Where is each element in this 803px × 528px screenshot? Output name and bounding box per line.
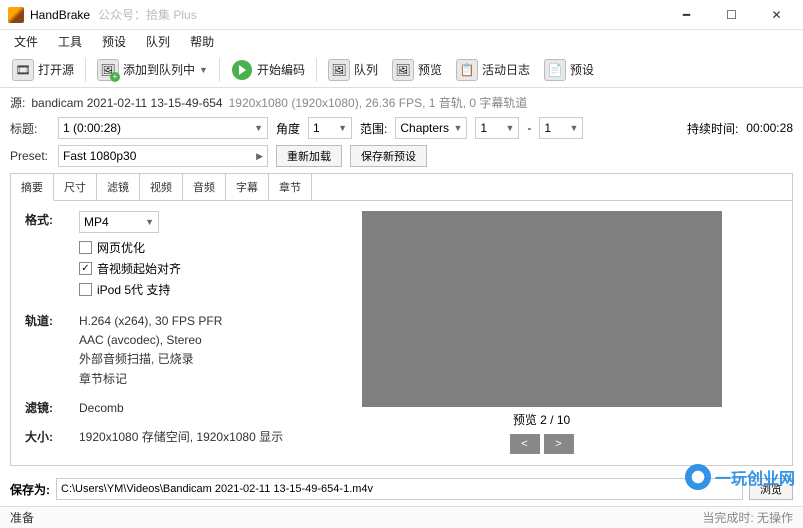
app-subtitle: 公众号：拾集 Plus	[98, 6, 197, 23]
preview-caption: 预览 2 / 10	[513, 411, 570, 428]
save-label: 保存为:	[10, 481, 50, 498]
play-icon	[231, 59, 253, 81]
angle-label: 角度	[276, 120, 300, 137]
statusbar: 准备 当完成时: 无操作	[0, 506, 803, 528]
image-plus-icon: 🖼+	[97, 59, 119, 81]
tab-video[interactable]: 视频	[140, 174, 183, 200]
source-meta: 1920x1080 (1920x1080), 26.36 FPS, 1 音轨, …	[229, 94, 528, 111]
size-label: 大小:	[25, 428, 79, 447]
tab-audio[interactable]: 音频	[183, 174, 226, 200]
log-icon: 📋	[456, 59, 478, 81]
format-label: 格式:	[25, 211, 79, 302]
preset-select[interactable]: Fast 1080p30▶	[58, 145, 268, 167]
format-select[interactable]: MP4▼	[79, 211, 159, 233]
toolbar: 🎞 打开源 🖼+ 添加到队列中 ▼ 开始编码 🖼 队列 🖼 预览 📋 活动日志 …	[0, 52, 803, 88]
size-value: 1920x1080 存储空间, 1920x1080 显示	[79, 428, 283, 447]
preview-button[interactable]: 🖼 预览	[386, 56, 448, 84]
queue-icon: 🖼	[328, 59, 350, 81]
web-optimized-checkbox[interactable]	[79, 241, 92, 254]
add-to-queue-button[interactable]: 🖼+ 添加到队列中 ▼	[91, 56, 214, 84]
duration-value: 00:00:28	[746, 121, 793, 135]
presets-icon: 📄	[544, 59, 566, 81]
preview-prev-button[interactable]: <	[510, 434, 540, 454]
start-encode-button[interactable]: 开始编码	[225, 56, 311, 84]
reload-button[interactable]: 重新加载	[276, 145, 342, 167]
range-start-select[interactable]: 1▼	[475, 117, 519, 139]
open-source-button[interactable]: 🎞 打开源	[6, 56, 80, 84]
menubar: 文件 工具 预设 队列 帮助	[0, 30, 803, 52]
menu-tools[interactable]: 工具	[48, 31, 92, 52]
maximize-button[interactable]: ☐	[709, 1, 754, 29]
titlebar: HandBrake 公众号：拾集 Plus ━ ☐ ✕	[0, 0, 803, 30]
filter-label: 滤镜:	[25, 399, 79, 418]
filter-value: Decomb	[79, 399, 124, 418]
chevron-down-icon: ▼	[199, 65, 208, 75]
title-select[interactable]: 1 (0:00:28)▼	[58, 117, 268, 139]
duration-label: 持续时间:	[687, 120, 738, 137]
angle-select[interactable]: 1▼	[308, 117, 352, 139]
tab-subtitles[interactable]: 字幕	[226, 174, 269, 200]
queue-button[interactable]: 🖼 队列	[322, 56, 384, 84]
tab-dimensions[interactable]: 尺寸	[54, 174, 97, 200]
tabs: 摘要 尺寸 滤镜 视频 音频 字幕 章节	[11, 174, 792, 201]
tab-chapters[interactable]: 章节	[269, 174, 312, 200]
watermark-text: 一玩创业网	[715, 465, 795, 489]
track-line: H.264 (x264), 30 FPS PFR	[79, 312, 222, 331]
minimize-button[interactable]: ━	[664, 1, 709, 29]
close-button[interactable]: ✕	[754, 1, 799, 29]
save-new-preset-button[interactable]: 保存新预设	[350, 145, 427, 167]
range-end-select[interactable]: 1▼	[539, 117, 583, 139]
tab-summary[interactable]: 摘要	[11, 174, 54, 201]
watermark: 一玩创业网	[685, 464, 795, 490]
watermark-logo-icon	[685, 464, 711, 490]
menu-help[interactable]: 帮助	[180, 31, 224, 52]
save-path-input[interactable]	[56, 478, 743, 500]
title-label: 标题:	[10, 120, 50, 137]
app-icon	[8, 7, 24, 23]
range-mode-select[interactable]: Chapters▼	[395, 117, 467, 139]
track-label: 轨道:	[25, 312, 79, 389]
status-left: 准备	[10, 509, 34, 526]
tab-filters[interactable]: 滤镜	[97, 174, 140, 200]
status-right: 当完成时: 无操作	[702, 509, 793, 526]
film-icon: 🎞	[12, 59, 34, 81]
presets-button[interactable]: 📄 预设	[538, 56, 600, 84]
source-name: bandicam 2021-02-11 13-15-49-654	[31, 96, 222, 110]
preview-image	[362, 211, 722, 407]
track-line: AAC (avcodec), Stereo	[79, 331, 222, 350]
ipod-checkbox[interactable]	[79, 283, 92, 296]
app-title: HandBrake	[30, 8, 90, 22]
preset-label: Preset:	[10, 149, 50, 163]
track-line: 外部音频扫描, 已烧录	[79, 350, 222, 369]
menu-file[interactable]: 文件	[4, 31, 48, 52]
menu-presets[interactable]: 预设	[92, 31, 136, 52]
range-label: 范围:	[360, 120, 387, 137]
menu-queue[interactable]: 队列	[136, 31, 180, 52]
track-line: 章节标记	[79, 370, 222, 389]
preview-icon: 🖼	[392, 59, 414, 81]
av-start-checkbox[interactable]: ✓	[79, 262, 92, 275]
preview-next-button[interactable]: >	[544, 434, 574, 454]
activity-log-button[interactable]: 📋 活动日志	[450, 56, 536, 84]
source-label: 源:	[10, 94, 25, 111]
